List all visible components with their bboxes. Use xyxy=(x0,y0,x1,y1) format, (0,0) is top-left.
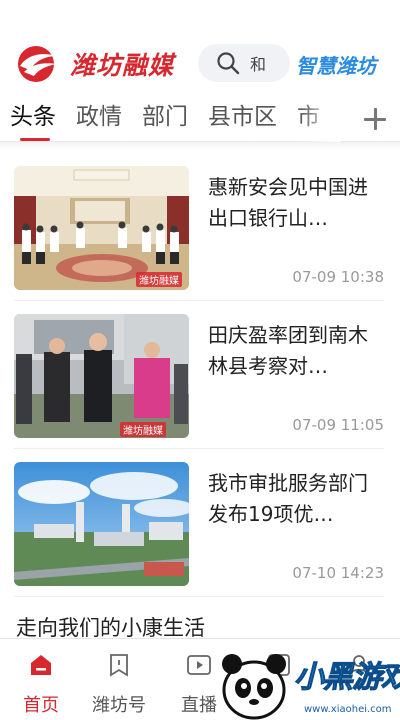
tab-counties[interactable]: 县市区 xyxy=(208,102,277,138)
search-input[interactable]: 和 xyxy=(250,51,266,75)
bookmark-icon xyxy=(110,654,128,677)
search-bar[interactable]: 和 xyxy=(198,44,290,82)
divider xyxy=(14,300,384,301)
tab-headlines[interactable]: 头条 xyxy=(10,102,56,138)
nav-label: 潍坊号 xyxy=(92,695,146,716)
news-thumbnail xyxy=(14,462,189,586)
video-icon xyxy=(187,655,211,675)
news-time: 07-10 14:23 xyxy=(292,564,384,582)
logo-mark-icon xyxy=(18,46,58,82)
site-watermark: 小黑游戏 www.xiaohei.com xyxy=(210,648,400,720)
search-icon xyxy=(217,52,240,75)
news-title[interactable]: 惠新安会见中国进出口银行山… xyxy=(208,172,378,234)
divider xyxy=(14,596,384,597)
tab-departments[interactable]: 部门 xyxy=(142,102,188,138)
thumb-watermark: 潍坊融媒 xyxy=(120,422,166,437)
channel-tabs: 头条 政情 部门 县市区 市 xyxy=(0,96,400,142)
smart-weifang-link[interactable]: 智慧潍坊 xyxy=(296,50,376,79)
home-icon xyxy=(31,655,51,675)
nav-home[interactable]: 首页 xyxy=(6,649,76,717)
divider xyxy=(14,448,384,449)
app-logo[interactable]: 潍坊融媒 xyxy=(12,44,174,84)
news-time: 07-09 10:38 xyxy=(292,268,384,286)
tab-fade xyxy=(300,96,340,142)
tab-shadow xyxy=(0,142,400,150)
thumb-watermark: 潍坊融媒 xyxy=(136,272,182,287)
tab-politics[interactable]: 政情 xyxy=(76,102,122,138)
watermark-brand: 小黑游戏 xyxy=(294,660,400,696)
news-item[interactable]: 潍坊融媒 田庆盈率团到南木林县考察对… 07-09 11:05 xyxy=(14,314,384,440)
nav-weifanghao[interactable]: 潍坊号 xyxy=(84,649,154,717)
news-time: 07-09 11:05 xyxy=(292,416,384,434)
active-tab-indicator xyxy=(20,138,50,141)
news-title[interactable]: 田庆盈率团到南木林县考察对… xyxy=(208,320,378,382)
news-title[interactable]: 我市审批服务部门发布19项优… xyxy=(208,468,378,530)
watermark-url: www.xiaohei.com xyxy=(304,704,392,715)
news-item[interactable]: 潍坊融媒 惠新安会见中国进出口银行山… 07-09 10:38 xyxy=(14,166,384,292)
news-thumbnail xyxy=(14,314,189,438)
news-item[interactable]: 我市审批服务部门发布19项优… 07-10 14:23 xyxy=(14,462,384,588)
logo-text: 潍坊融媒 xyxy=(70,51,175,80)
panda-mascot-icon xyxy=(222,654,286,720)
add-channel-icon[interactable] xyxy=(360,104,390,134)
nav-label: 首页 xyxy=(23,695,59,716)
app-header: 潍坊融媒 和 智慧潍坊 xyxy=(0,0,400,92)
